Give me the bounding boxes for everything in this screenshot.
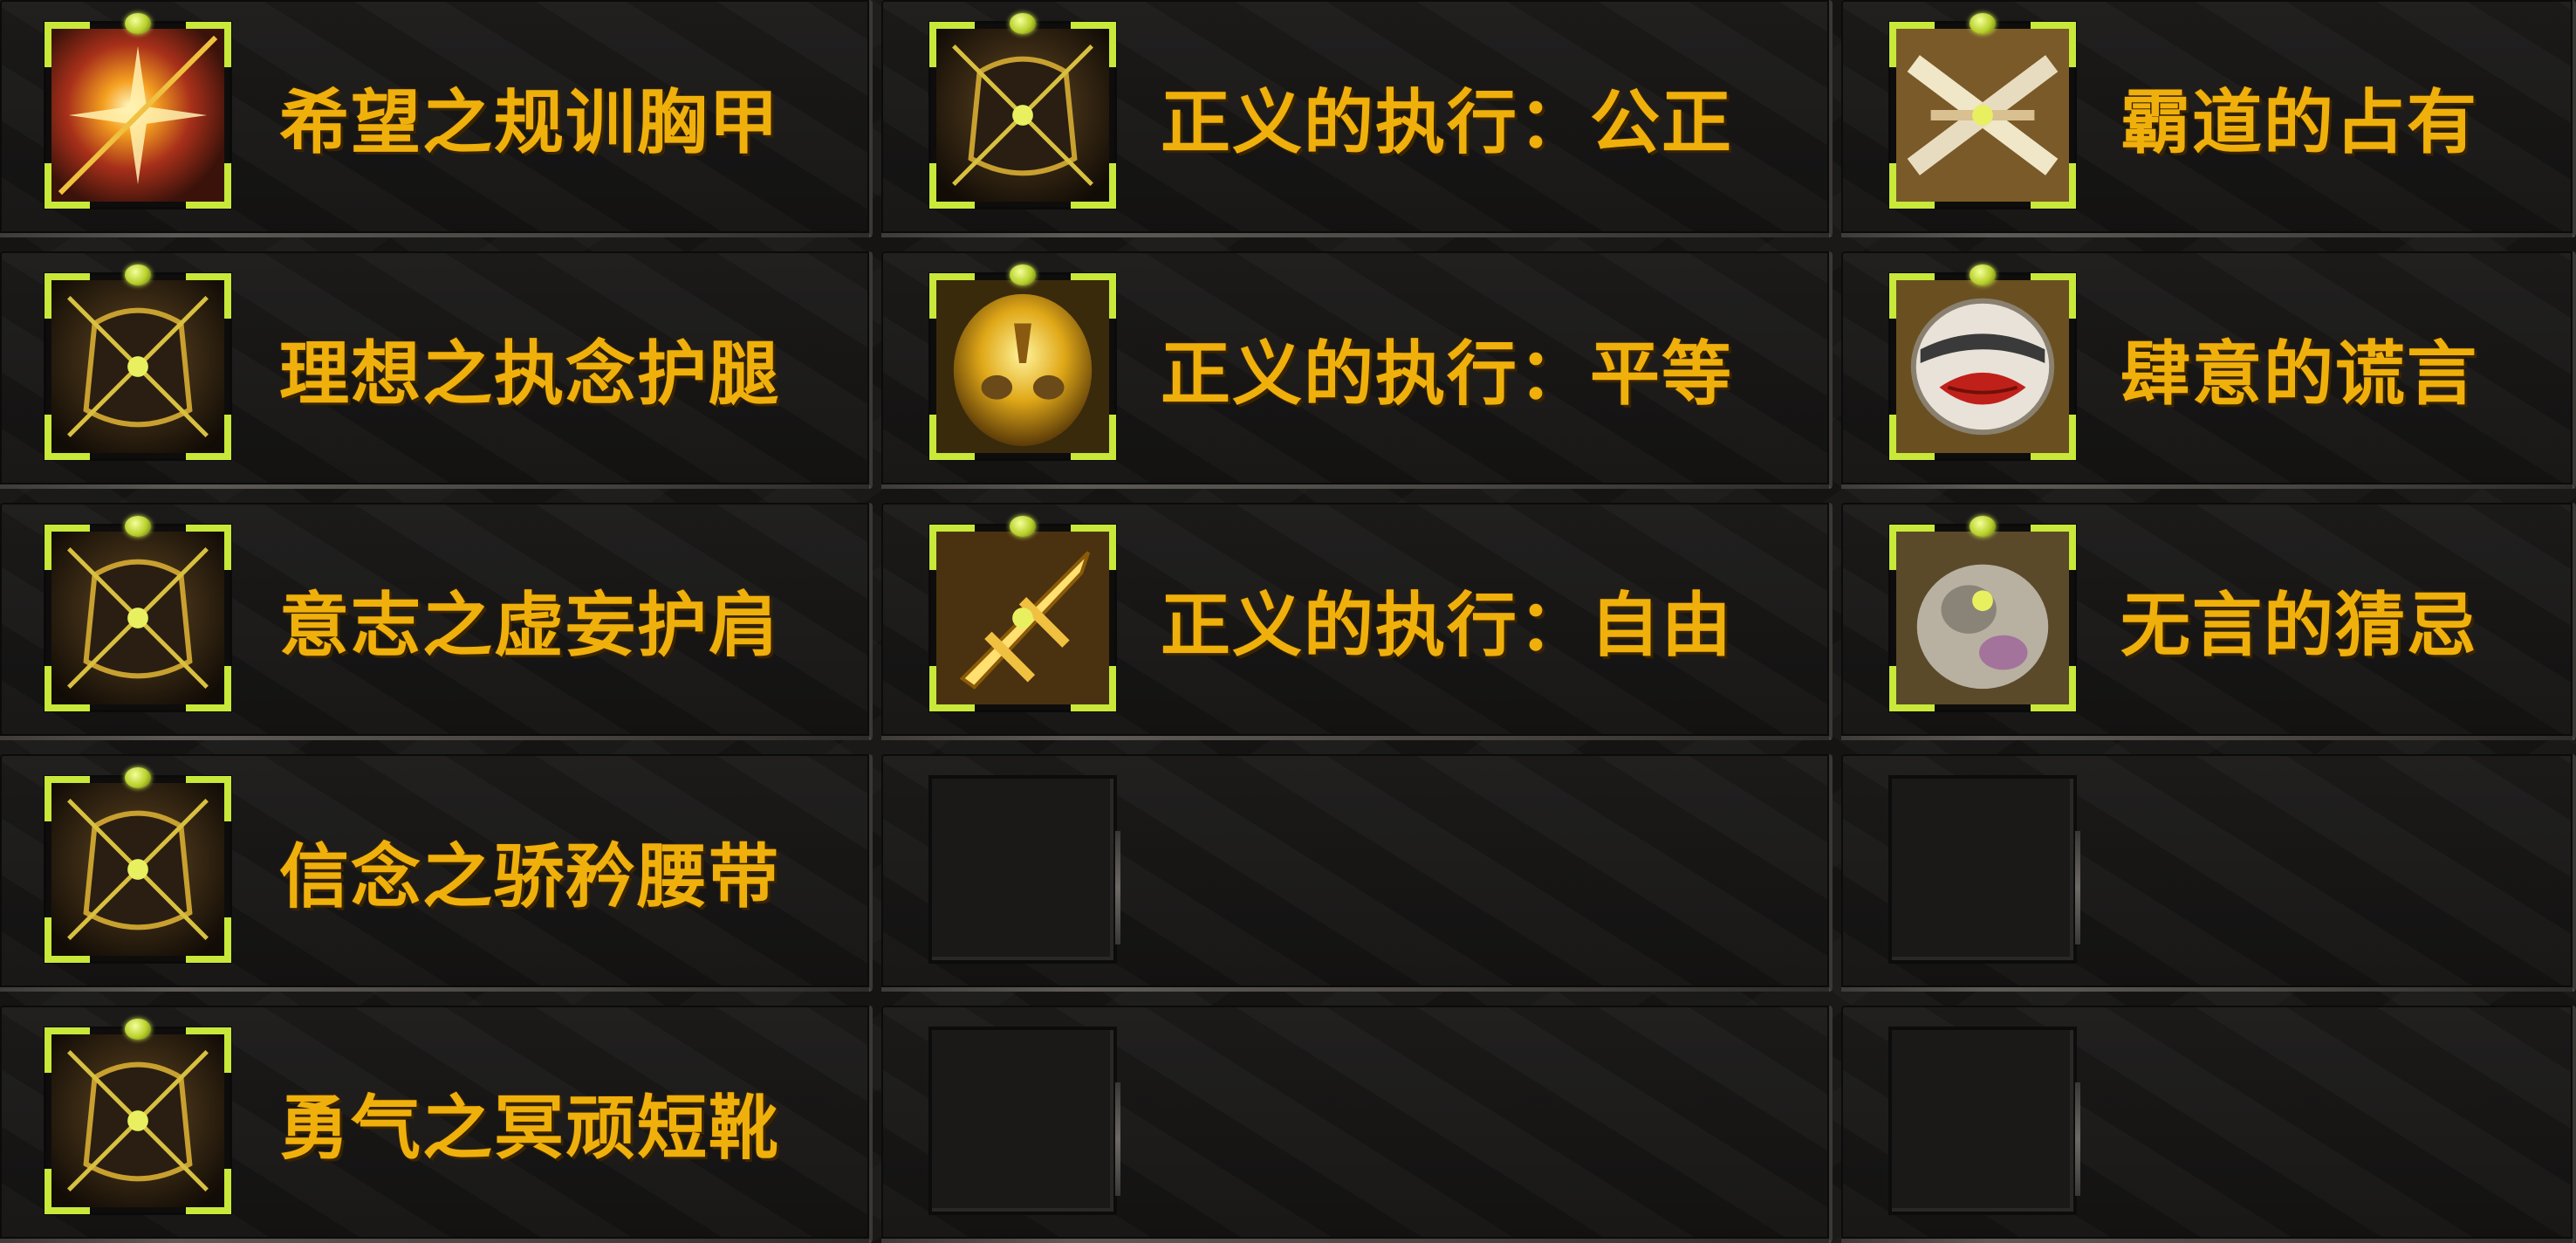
item-name: 勇气之冥顽短靴 <box>279 1087 780 1169</box>
item-name: 希望之规训胸甲 <box>279 81 780 163</box>
item-name: 肆意的谎言 <box>2120 333 2478 415</box>
item-cell[interactable]: 正义的执行：自由 <box>881 503 1833 740</box>
item-name: 无言的猜忌 <box>2120 584 2478 666</box>
item-name: 正义的执行：公正 <box>1161 81 1733 163</box>
empty-cell[interactable] <box>1841 1006 2576 1243</box>
item-slot[interactable] <box>44 13 232 209</box>
item-name: 理想之执念护腿 <box>279 333 780 415</box>
item-cell[interactable]: 希望之规训胸甲 <box>0 0 873 237</box>
item-slot[interactable] <box>44 767 232 964</box>
item-cell[interactable]: 信念之骄矜腰带 <box>0 754 873 992</box>
item-slot[interactable] <box>928 13 1117 209</box>
item-slot[interactable] <box>44 516 232 712</box>
item-cell[interactable]: 正义的执行：公正 <box>881 0 1833 237</box>
empty-cell[interactable] <box>881 1006 1833 1243</box>
empty-item-slot[interactable] <box>928 775 1120 964</box>
item-cell[interactable]: 正义的执行：平等 <box>881 251 1833 489</box>
item-name: 意志之虚妄护肩 <box>279 584 780 666</box>
item-slot[interactable] <box>928 516 1117 712</box>
item-slot[interactable] <box>1888 264 2077 461</box>
item-cell[interactable]: 意志之虚妄护肩 <box>0 503 873 740</box>
item-slot[interactable] <box>1888 13 2077 209</box>
item-name: 正义的执行：自由 <box>1161 584 1733 666</box>
item-cell[interactable]: 勇气之冥顽短靴 <box>0 1006 873 1243</box>
item-cell[interactable]: 肆意的谎言 <box>1841 251 2576 489</box>
item-slot[interactable] <box>44 264 232 461</box>
empty-item-slot[interactable] <box>1888 1027 2080 1215</box>
empty-cell[interactable] <box>1841 754 2576 992</box>
item-name: 正义的执行：平等 <box>1161 333 1733 415</box>
item-name: 信念之骄矜腰带 <box>279 835 780 917</box>
item-slot[interactable] <box>44 1019 232 1215</box>
item-cell[interactable]: 霸道的占有 <box>1841 0 2576 237</box>
item-collection-panel: 希望之规训胸甲 理想之执念护腿 意志之虚妄护肩 信念之骄矜腰带 勇气之冥顽短靴 <box>0 0 2576 1243</box>
empty-cell[interactable] <box>881 754 1833 992</box>
empty-item-slot[interactable] <box>928 1027 1120 1215</box>
empty-item-slot[interactable] <box>1888 775 2080 964</box>
item-cell[interactable]: 理想之执念护腿 <box>0 251 873 489</box>
item-cell[interactable]: 无言的猜忌 <box>1841 503 2576 740</box>
item-name: 霸道的占有 <box>2120 81 2478 163</box>
item-slot[interactable] <box>1888 516 2077 712</box>
item-slot[interactable] <box>928 264 1117 461</box>
